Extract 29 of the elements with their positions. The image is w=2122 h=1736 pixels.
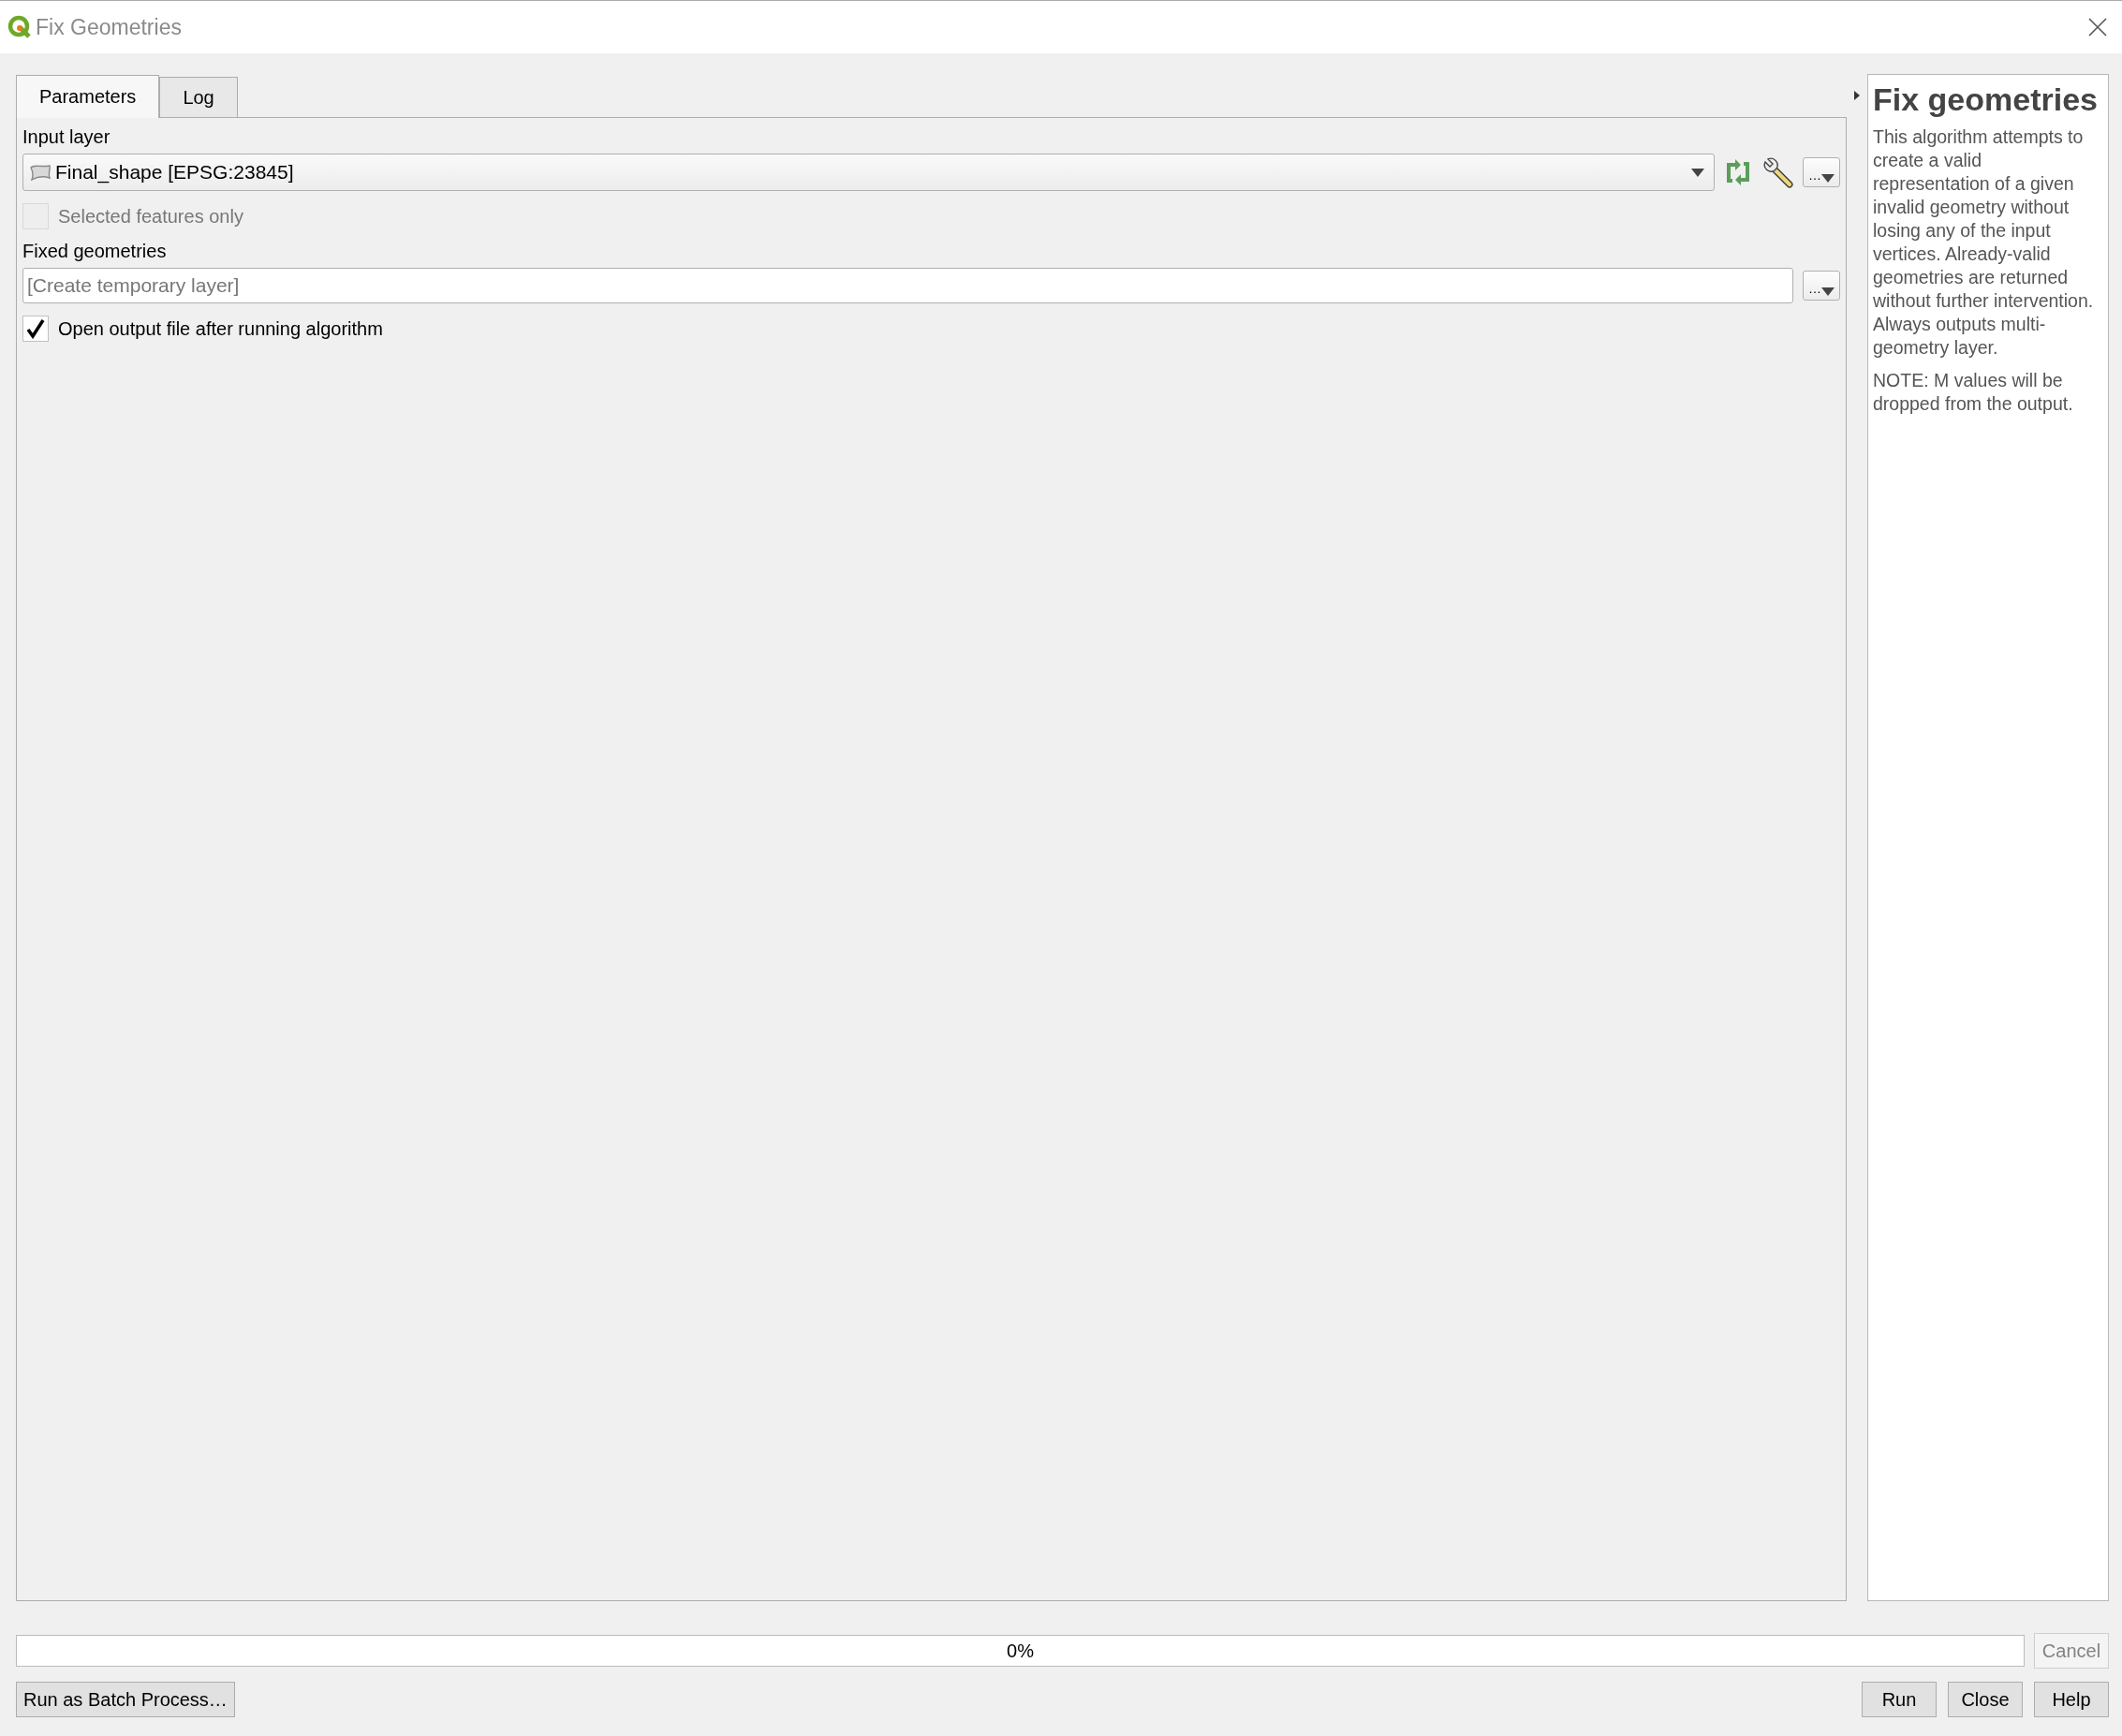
layer-dropdown[interactable]: Final_shape [EPSG:23845]: [22, 154, 1715, 191]
more-options-button[interactable]: …: [1803, 157, 1840, 187]
dialog-button[interactable]: Close: [1948, 1682, 2023, 1717]
caret-icon: [1821, 174, 1835, 183]
checkbox-label: Selected features only: [58, 205, 243, 228]
help-title: Fix geometries: [1873, 82, 2099, 116]
output-layer-field[interactable]: [Create temporary layer]: [22, 268, 1793, 303]
tab[interactable]: Log: [159, 77, 238, 117]
refresh-icon[interactable]: [1724, 158, 1752, 186]
progress-reading: 0%: [1007, 1640, 1034, 1662]
checkbox[interactable]: [22, 316, 49, 342]
caret-icon: [1821, 287, 1835, 296]
tab[interactable]: Parameters: [16, 75, 160, 118]
close-icon[interactable]: [2088, 18, 2107, 37]
checkbox-label: Open output file after running algorithm: [58, 317, 383, 340]
field-label: Fixed geometries: [22, 240, 168, 263]
wrench-icon[interactable]: [1761, 156, 1793, 188]
dialog-button[interactable]: Help: [2034, 1682, 2109, 1717]
polygon-layer-icon: [29, 164, 52, 181]
batch-button[interactable]: Run as Batch Process…: [16, 1682, 235, 1717]
help-text: This algorithm attempts to create a valid representation of a given invalid geometry without losing any of the input vertices. Already-valid geometries are returned without further intervention. Always outputs multi-geometry layer.: [1873, 125, 2095, 360]
field-label: Input layer: [22, 125, 111, 149]
window-title: Fix Geometries: [36, 14, 182, 40]
collapse-arrow-icon[interactable]: [1854, 91, 1860, 100]
app-logo-icon: [7, 15, 32, 39]
dialog-button[interactable]: Run: [1862, 1682, 1937, 1717]
more-options-button[interactable]: …: [1803, 271, 1840, 301]
help-text: NOTE: M values will be dropped from the output.: [1873, 369, 2074, 416]
caret-icon: [1691, 168, 1704, 177]
